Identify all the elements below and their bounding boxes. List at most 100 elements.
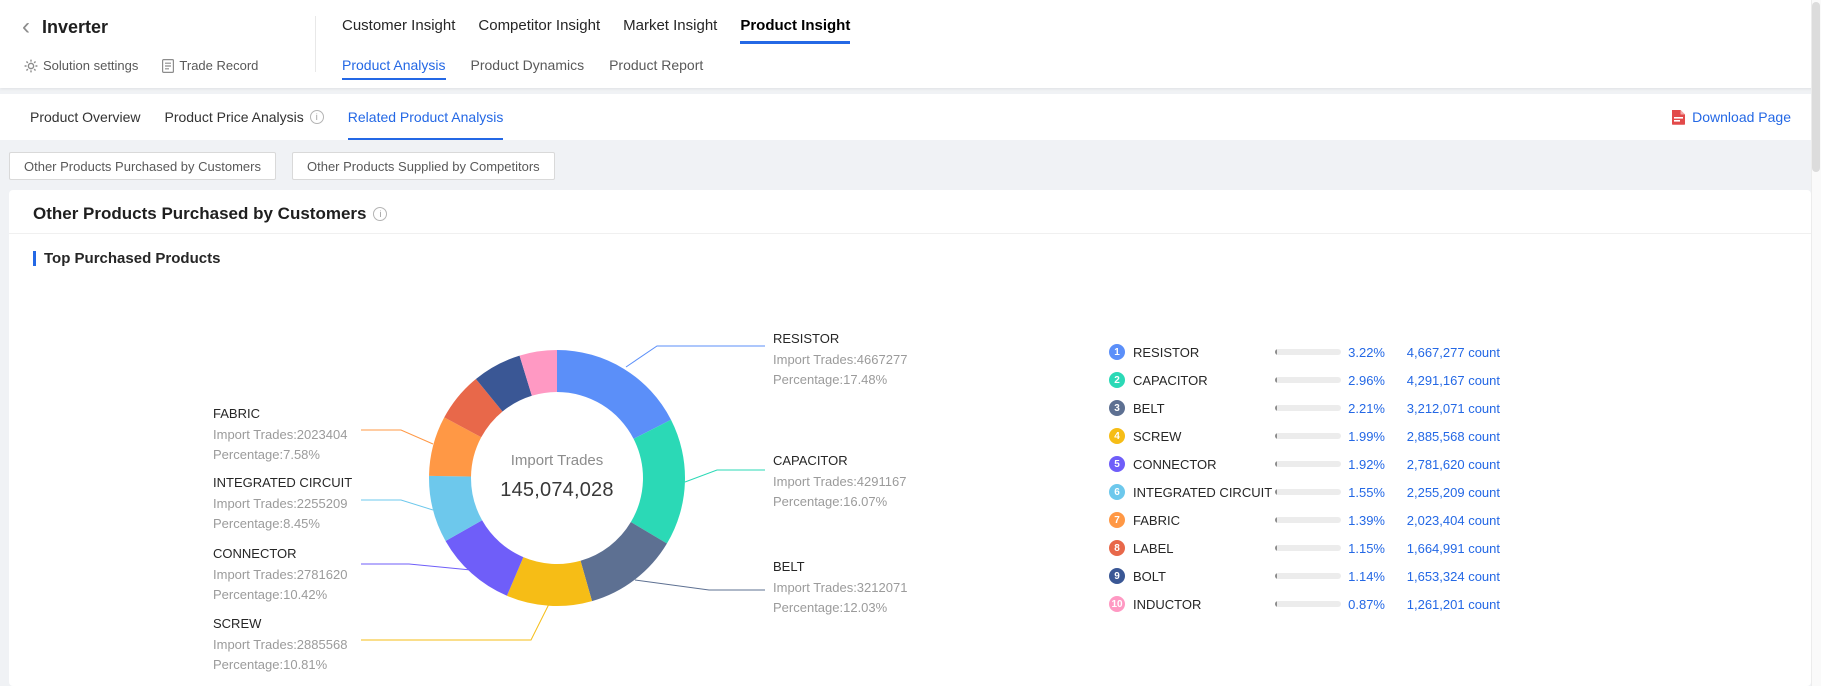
back-chevron-icon[interactable]: ‹ [22,15,30,39]
product-name: BOLT [1133,569,1275,584]
subtab-product-dynamics[interactable]: Product Dynamics [471,57,585,80]
callout-trades: Import Trades:2023404 [213,425,347,445]
donut-slice-capacitor[interactable] [631,420,685,544]
trade-count: 2,255,209 count [1385,485,1500,500]
tab-product-overview-label: Product Overview [30,109,140,125]
share-bar [1275,405,1341,411]
ranking-row: 3 BELT 2.21% 3,212,071 count [1109,394,1500,422]
product-name: INDUCTOR [1133,597,1275,612]
tab-product-price-analysis-label: Product Price Analysis [164,109,303,125]
rank-badge: 7 [1109,512,1125,528]
callout-line-resistor [626,346,765,367]
share-bar-fill [1275,545,1277,551]
rank-badge: 6 [1109,484,1125,500]
ranking-row: 1 RESISTOR 3.22% 4,667,277 count [1109,338,1500,366]
header-divider [315,16,316,72]
ranking-row: 10 INDUCTOR 0.87% 1,261,201 count [1109,590,1500,618]
callout-percent: Percentage:10.42% [213,585,347,605]
chart-callout-belt: BELT Import Trades:3212071 Percentage:12… [773,558,907,618]
ranking-row: 7 FABRIC 1.39% 2,023,404 count [1109,506,1500,534]
rank-badge: 10 [1109,596,1125,612]
share-bar-fill [1275,433,1277,439]
subtab-product-report[interactable]: Product Report [609,57,703,80]
donut [429,350,685,606]
share-bar [1275,349,1341,355]
callout-name: RESISTOR [773,330,907,348]
product-name: CAPACITOR [1133,373,1275,388]
donut-slice-resistor[interactable] [557,350,671,439]
share-percent: 1.39% [1341,513,1385,528]
product-name: SCREW [1133,429,1275,444]
chart-callout-fabric: FABRIC Import Trades:2023404 Percentage:… [213,405,347,465]
solution-settings-link[interactable]: Solution settings [24,58,138,73]
callout-percent: Percentage:16.07% [773,492,906,512]
share-percent: 0.87% [1341,597,1385,612]
callout-percent: Percentage:10.81% [213,655,347,675]
callout-line-capacitor [685,470,765,482]
callout-line-belt [635,580,765,590]
share-bar-fill [1275,573,1277,579]
tab-customer-insight[interactable]: Customer Insight [342,17,455,44]
trade-count: 4,667,277 count [1385,345,1500,360]
chart-callout-connector: CONNECTOR Import Trades:2781620 Percenta… [213,545,347,605]
rank-badge: 1 [1109,344,1125,360]
trade-count: 1,664,991 count [1385,541,1500,556]
trade-count: 4,291,167 count [1385,373,1500,388]
trade-record-label: Trade Record [179,58,258,73]
share-bar [1275,461,1341,467]
rank-badge: 5 [1109,456,1125,472]
info-icon[interactable]: i [310,110,324,124]
document-icon [162,59,174,73]
share-percent: 1.15% [1341,541,1385,556]
tab-competitor-insight[interactable]: Competitor Insight [478,17,600,44]
filter-supplied-by-competitors-button[interactable]: Other Products Supplied by Competitors [292,152,555,180]
chart-callout-capacitor: CAPACITOR Import Trades:4291167 Percenta… [773,452,906,512]
share-percent: 2.96% [1341,373,1385,388]
share-bar-fill [1275,405,1277,411]
chart-callout-resistor: RESISTOR Import Trades:4667277 Percentag… [773,330,907,390]
callout-line-integrated-circuit [361,500,433,510]
callout-line-connector [361,564,471,570]
pdf-file-icon [1671,109,1686,125]
callout-name: BELT [773,558,907,576]
ranking-row: 9 BOLT 1.14% 1,653,324 count [1109,562,1500,590]
subtab-product-analysis[interactable]: Product Analysis [342,57,446,80]
trade-count: 1,653,324 count [1385,569,1500,584]
share-bar-fill [1275,349,1277,355]
scrollbar-thumb[interactable] [1812,2,1820,172]
purchased-products-panel: Other Products Purchased by Customers i … [9,190,1811,686]
trade-count: 2,885,568 count [1385,429,1500,444]
share-bar-fill [1275,461,1277,467]
rank-badge: 8 [1109,540,1125,556]
tab-product-price-analysis[interactable]: Product Price Analysis i [164,94,323,140]
rank-badge: 9 [1109,568,1125,584]
tab-product-overview[interactable]: Product Overview [30,94,140,140]
share-bar-fill [1275,601,1277,607]
share-bar [1275,517,1341,523]
download-page-button[interactable]: Download Page [1671,94,1791,140]
callout-percent: Percentage:7.58% [213,445,347,465]
share-bar [1275,489,1341,495]
analysis-tabs: Product Overview Product Price Analysis … [30,94,503,140]
share-bar [1275,545,1341,551]
callout-percent: Percentage:17.48% [773,370,907,390]
tab-market-insight[interactable]: Market Insight [623,17,717,44]
rank-badge: 3 [1109,400,1125,416]
product-name: INTEGRATED CIRCUIT [1133,485,1275,500]
callout-percent: Percentage:12.03% [773,598,907,618]
callout-trades: Import Trades:4291167 [773,472,906,492]
callout-name: CONNECTOR [213,545,347,563]
download-page-label: Download Page [1692,109,1791,125]
scrollbar[interactable] [1811,0,1821,686]
tab-product-insight[interactable]: Product Insight [740,17,850,44]
filter-purchased-by-customers-button[interactable]: Other Products Purchased by Customers [9,152,276,180]
trade-count: 1,261,201 count [1385,597,1500,612]
ranking-row: 6 INTEGRATED CIRCUIT 1.55% 2,255,209 cou… [1109,478,1500,506]
analysis-nav: Product Overview Product Price Analysis … [0,94,1821,140]
tab-related-product-analysis[interactable]: Related Product Analysis [348,94,504,140]
ranking-row: 4 SCREW 1.99% 2,885,568 count [1109,422,1500,450]
share-percent: 1.92% [1341,457,1385,472]
related-analysis-filters: Other Products Purchased by Customers Ot… [9,152,555,180]
tab-related-product-analysis-label: Related Product Analysis [348,109,504,125]
trade-record-link[interactable]: Trade Record [162,58,258,73]
